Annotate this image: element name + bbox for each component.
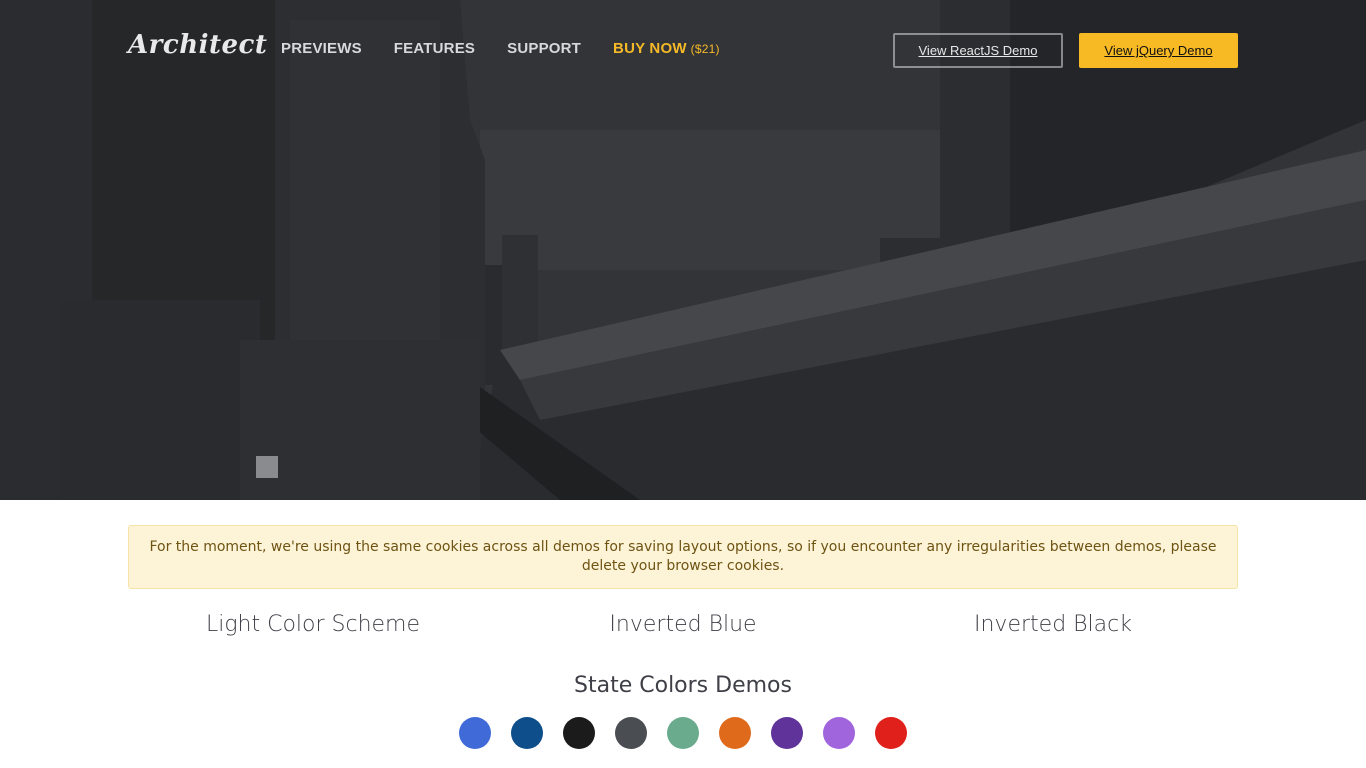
hero-banner: Architect PREVIEWS FEATURES SUPPORT BUY … — [0, 0, 1366, 500]
nav-buy-now[interactable]: BUY NOW ($21) — [613, 40, 720, 57]
buy-now-price: ($21) — [690, 42, 720, 56]
swatch-black[interactable] — [563, 717, 595, 749]
scheme-inverted-black-link[interactable]: Inverted Black — [868, 612, 1238, 637]
color-scheme-links: Light Color Scheme Inverted Blue Inverte… — [128, 612, 1238, 637]
nav-previews[interactable]: PREVIEWS — [281, 40, 362, 57]
city-train-background-image — [0, 0, 1366, 500]
swatch-gray[interactable] — [615, 717, 647, 749]
buy-now-label: BUY NOW — [613, 40, 687, 57]
view-jquery-demo-button[interactable]: View jQuery Demo — [1079, 33, 1238, 68]
scheme-light-link[interactable]: Light Color Scheme — [128, 612, 498, 637]
state-color-swatches — [459, 717, 907, 749]
swatch-green[interactable] — [667, 717, 699, 749]
swatch-dark-blue[interactable] — [511, 717, 543, 749]
top-nav: PREVIEWS FEATURES SUPPORT BUY NOW ($21) — [281, 40, 720, 57]
scheme-inverted-blue-link[interactable]: Inverted Blue — [498, 612, 868, 637]
swatch-purple[interactable] — [771, 717, 803, 749]
cookie-notice-alert: For the moment, we're using the same coo… — [128, 525, 1238, 589]
swatch-light-purple[interactable] — [823, 717, 855, 749]
brand-logo[interactable]: Architect — [128, 30, 267, 60]
view-reactjs-demo-button[interactable]: View ReactJS Demo — [893, 33, 1063, 68]
swatch-orange[interactable] — [719, 717, 751, 749]
swatch-primary[interactable] — [459, 717, 491, 749]
nav-support[interactable]: SUPPORT — [507, 40, 581, 57]
nav-features[interactable]: FEATURES — [394, 40, 475, 57]
state-colors-title: State Colors Demos — [574, 673, 792, 698]
swatch-red[interactable] — [875, 717, 907, 749]
